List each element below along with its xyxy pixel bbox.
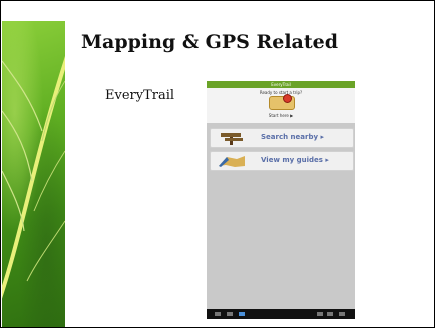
signpost-icon — [221, 133, 243, 145]
signal-icon — [339, 312, 345, 316]
leaf-decoration — [2, 21, 65, 327]
start-prompt: Ready to start a trip? — [259, 90, 303, 95]
status-icon — [317, 312, 323, 316]
app-title-bar: EveryTrail — [207, 81, 355, 88]
view-guides-label: View my guides ▸ — [261, 156, 329, 164]
search-nearby-button[interactable]: Search nearby ▸ — [210, 128, 354, 148]
start-link[interactable]: Start here ▶ — [207, 113, 355, 118]
search-nearby-label: Search nearby ▸ — [261, 133, 324, 141]
back-icon[interactable] — [215, 312, 221, 316]
android-nav-bar — [207, 309, 355, 319]
app-screenshot: EveryTrail Ready to start a trip? Start … — [207, 81, 355, 319]
home-icon[interactable] — [227, 312, 233, 316]
slide-title: Mapping & GPS Related — [81, 31, 339, 53]
view-guides-button[interactable]: View my guides ▸ — [210, 151, 354, 171]
app-name-label: EveryTrail — [105, 88, 175, 103]
pin-marker-icon — [283, 94, 292, 103]
battery-icon — [327, 312, 333, 316]
recent-apps-icon[interactable] — [239, 312, 245, 316]
slide: Mapping & GPS Related EveryTrail EveryTr… — [0, 0, 435, 328]
map-icon — [219, 156, 245, 167]
leaf-veins — [2, 56, 65, 299]
map-pin-icon — [269, 94, 295, 110]
